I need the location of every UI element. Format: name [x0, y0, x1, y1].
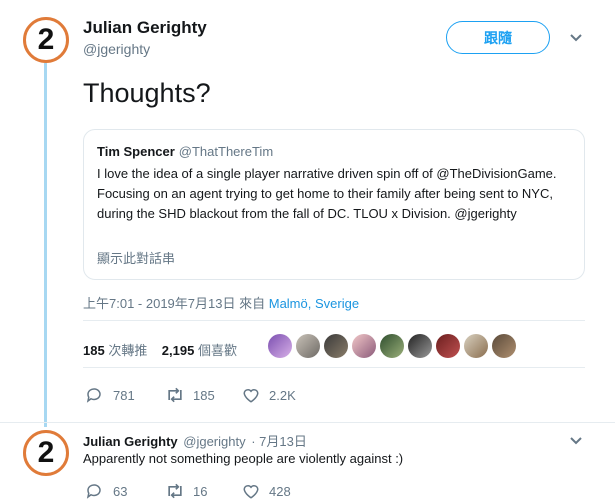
reply-date[interactable]: · 7月13日	[251, 434, 307, 449]
retweet-button[interactable]: 185	[165, 386, 242, 404]
retweet-count: 185	[83, 343, 105, 358]
like-count-action: 428	[269, 483, 291, 499]
heart-icon	[242, 482, 260, 500]
thread-line	[44, 63, 47, 427]
reply-icon	[85, 386, 103, 404]
tweet-meta: 上午7:01 - 2019年7月13日 來自 Malmö, Sverige	[83, 293, 359, 312]
like-button[interactable]: 2.2K	[242, 386, 296, 404]
retweet-label: 次轉推	[108, 343, 148, 358]
follow-button[interactable]: 跟隨	[446, 21, 550, 54]
tweet-text: Thoughts?	[83, 78, 211, 108]
reply-count: 781	[113, 387, 135, 403]
author-handle[interactable]: @jgerighty	[83, 41, 150, 57]
liker-avatar[interactable]	[352, 334, 376, 358]
avatar-number: 2	[37, 436, 55, 469]
liker-avatar[interactable]	[380, 334, 404, 358]
retweet-count-action: 16	[193, 483, 208, 499]
timestamp[interactable]: 上午7:01 - 2019年7月13日	[83, 296, 235, 311]
reply-author-name: Julian Gerighty	[83, 434, 178, 449]
reply-author[interactable]: Julian Gerighty @jgerighty · 7月13日	[83, 431, 307, 450]
reply-button[interactable]: 63	[85, 482, 165, 500]
like-label: 個喜歡	[197, 343, 237, 358]
reply-author-handle: @jgerighty	[183, 434, 246, 449]
chevron-down-icon[interactable]	[569, 433, 583, 449]
from-label: 來自	[239, 296, 266, 311]
retweet-icon	[165, 386, 185, 404]
quote-author: Tim Spencer @ThatThereTim	[97, 144, 273, 159]
reply-text: Apparently not something people are viol…	[83, 451, 404, 466]
like-count: 2,195	[161, 343, 195, 358]
reply-icon	[85, 482, 103, 500]
divider	[83, 367, 585, 368]
location-link[interactable]: Malmö, Sverige	[269, 296, 359, 311]
quote-text: I love the idea of a single player narra…	[97, 166, 557, 221]
liker-avatar[interactable]	[268, 334, 292, 358]
liker-avatar[interactable]	[464, 334, 488, 358]
reply-actions: 63 16 428	[85, 482, 291, 500]
like-button[interactable]: 428	[242, 482, 291, 500]
liker-avatar[interactable]	[436, 334, 460, 358]
divider	[83, 320, 585, 321]
reply-button[interactable]: 781	[85, 386, 165, 404]
engagement-stats: 185 次轉推 2,195 個喜歡	[83, 340, 237, 359]
quoted-tweet[interactable]: Tim Spencer @ThatThereTim I love the idea…	[83, 129, 585, 280]
liker-avatar[interactable]	[492, 334, 516, 358]
quote-author-name: Tim Spencer	[97, 144, 175, 159]
author-name[interactable]: Julian Gerighty	[83, 18, 207, 38]
heart-icon	[242, 386, 260, 404]
show-thread-link[interactable]: 顯示此對話串	[97, 248, 175, 267]
liker-avatar[interactable]	[324, 334, 348, 358]
retweet-button[interactable]: 16	[165, 482, 242, 500]
avatar-number: 2	[37, 23, 55, 56]
liker-avatar[interactable]	[408, 334, 432, 358]
reply-avatar[interactable]: 2	[23, 430, 69, 476]
tweet-actions: 781 185 2.2K	[85, 386, 296, 404]
retweet-icon	[165, 482, 185, 500]
avatar[interactable]: 2	[23, 17, 69, 63]
divider	[0, 422, 615, 423]
chevron-down-icon[interactable]	[569, 30, 583, 46]
reply-count: 63	[113, 483, 128, 499]
like-count-action: 2.2K	[269, 387, 296, 403]
retweet-stat[interactable]: 185 次轉推	[83, 343, 147, 358]
like-stat[interactable]: 2,195 個喜歡	[162, 343, 237, 358]
liker-avatar[interactable]	[296, 334, 320, 358]
quote-author-handle: @ThatThereTim	[178, 144, 274, 159]
retweet-count-action: 185	[193, 387, 215, 403]
